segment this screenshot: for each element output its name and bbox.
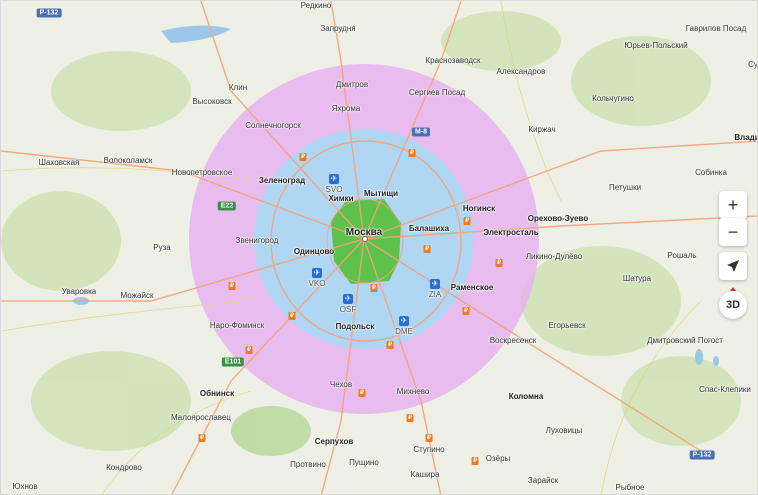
fuel-station-icon[interactable]: ₽ xyxy=(408,149,416,157)
fuel-station-icon[interactable]: ₽ xyxy=(198,434,206,442)
place-label: Запрудня xyxy=(320,24,356,33)
airport-icon[interactable]: ✈ xyxy=(343,294,353,304)
place-label: Чехов xyxy=(329,380,353,389)
place-label: Собинка xyxy=(695,168,727,177)
place-label: Юрьев-Польский xyxy=(624,41,688,50)
place-label: Ногинск xyxy=(462,204,496,213)
route-shield: М-8 xyxy=(411,127,431,137)
place-label: Петушки xyxy=(608,183,642,192)
place-label: Малоярославец xyxy=(171,413,231,422)
place-label: Волоколамск xyxy=(103,156,153,165)
zoom-in-button[interactable]: + xyxy=(719,191,747,219)
place-label: Одинцово xyxy=(293,247,335,256)
airport-code-label: VKO xyxy=(308,279,326,288)
place-label: Солнечногорск xyxy=(245,121,301,130)
place-label: Юхнов xyxy=(12,482,38,491)
place-label: Шатура xyxy=(622,274,652,283)
place-label: Обнинск xyxy=(199,389,235,398)
fuel-station-icon[interactable]: ₽ xyxy=(495,259,503,267)
airport-code-label: ZIA xyxy=(428,290,442,299)
place-label: Воскресенск xyxy=(489,336,537,345)
geolocation-button[interactable] xyxy=(719,252,747,280)
airport-code-label: DME xyxy=(395,327,413,336)
route-shield: Е101 xyxy=(221,357,245,367)
center-dot xyxy=(362,236,368,242)
place-label: Можайск xyxy=(120,291,154,300)
route-shield: Р-132 xyxy=(689,450,715,460)
map-base-layer xyxy=(1,1,757,494)
fuel-station-icon[interactable]: ₽ xyxy=(370,284,378,292)
place-label: Наро-Фоминск xyxy=(209,321,265,330)
place-label: Коломна xyxy=(508,392,544,401)
place-label: Рыбное xyxy=(615,483,645,492)
place-label: Орехово-Зуево xyxy=(527,214,589,223)
place-label: Мытищи xyxy=(364,189,398,198)
view-3d-button[interactable]: 3D xyxy=(719,291,747,319)
place-label: Кашира xyxy=(410,470,440,479)
place-label: Су xyxy=(748,60,758,69)
fuel-station-icon[interactable]: ₽ xyxy=(299,153,307,161)
route-shield: Р-132 xyxy=(36,8,62,18)
place-label: Дмитровский Погост xyxy=(647,336,723,345)
place-label: Кольчугино xyxy=(592,94,634,103)
fuel-station-icon[interactable]: ₽ xyxy=(358,389,366,397)
fuel-station-icon[interactable]: ₽ xyxy=(462,307,470,315)
place-label: Редкино xyxy=(300,1,332,10)
airport-icon[interactable]: ✈ xyxy=(430,279,440,289)
place-label: Высоковск xyxy=(192,97,232,106)
place-label: Подольск xyxy=(335,322,375,331)
place-label: Звенигород xyxy=(235,236,279,245)
airport-code-label: SVO xyxy=(325,185,343,194)
place-label: Зарайск xyxy=(527,476,559,485)
fuel-station-icon[interactable]: ₽ xyxy=(471,457,479,465)
place-label: Раменское xyxy=(450,283,494,292)
place-label: Новопетровское xyxy=(171,168,233,177)
place-label: Влади xyxy=(734,133,758,142)
place-label: Сергиев Посад xyxy=(408,88,466,97)
place-label: Егорьевск xyxy=(548,321,586,330)
place-label: Луховицы xyxy=(545,426,583,435)
fuel-station-icon[interactable]: ₽ xyxy=(288,312,296,320)
place-label: Электросталь xyxy=(483,228,539,237)
fuel-station-icon[interactable]: ₽ xyxy=(228,282,236,290)
fuel-station-icon[interactable]: ₽ xyxy=(463,217,471,225)
place-label: Киржач xyxy=(528,125,556,134)
compass-north-icon xyxy=(730,287,736,291)
place-label: Кондрово xyxy=(106,463,142,472)
place-label: Пущино xyxy=(349,458,379,467)
zoom-out-button[interactable]: − xyxy=(719,218,747,246)
place-label: Протвино xyxy=(290,460,326,469)
route-shield: Е22 xyxy=(217,201,237,211)
place-label: Гаврилов Посад xyxy=(685,24,747,33)
place-label: Яхрома xyxy=(331,104,361,113)
fuel-station-icon[interactable]: ₽ xyxy=(245,346,253,354)
airport-code-label: OSF xyxy=(339,305,357,314)
place-label: Уваровка xyxy=(61,287,97,296)
place-label: Серпухов xyxy=(314,437,354,446)
place-label: Рошаль xyxy=(667,251,697,260)
airport-icon[interactable]: ✈ xyxy=(399,316,409,326)
location-arrow-icon xyxy=(727,260,739,272)
fuel-station-icon[interactable]: ₽ xyxy=(406,414,414,422)
fuel-station-icon[interactable]: ₽ xyxy=(423,245,431,253)
place-label: Шаховская xyxy=(38,158,80,167)
fuel-station-icon[interactable]: ₽ xyxy=(386,341,394,349)
place-label: Спас-Клепики xyxy=(699,385,751,394)
place-label: Михнево xyxy=(396,387,430,396)
place-label: Ступино xyxy=(413,445,445,454)
airport-icon[interactable]: ✈ xyxy=(329,174,339,184)
place-label: Александров xyxy=(496,67,546,76)
map-view[interactable]: Запрудня Краснозаводск Гаврилов Посад Юрьев… xyxy=(0,0,758,495)
place-label: Озёры xyxy=(485,454,511,463)
place-label: Краснозаводск xyxy=(425,56,481,65)
place-label: Клин xyxy=(228,83,248,92)
place-label: Балашиха xyxy=(408,224,450,233)
place-label: Руза xyxy=(153,243,171,252)
place-label: Ликино-Дулёво xyxy=(525,252,583,261)
fuel-station-icon[interactable]: ₽ xyxy=(425,434,433,442)
place-label: Дмитров xyxy=(335,80,369,89)
airport-icon[interactable]: ✈ xyxy=(312,268,322,278)
place-label: Химки xyxy=(328,194,354,203)
place-label: Зеленоград xyxy=(258,176,306,185)
